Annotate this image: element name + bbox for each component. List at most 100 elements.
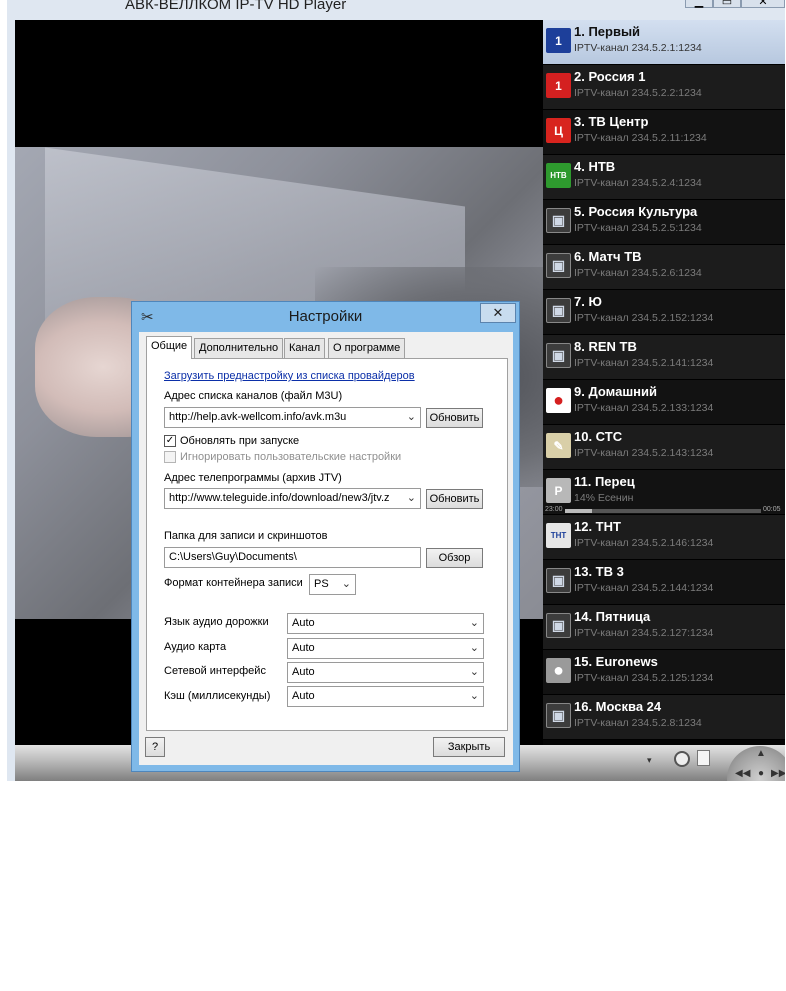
cache-select[interactable]: Auto ⌄ (287, 686, 484, 707)
sts-logo: ✎ (546, 433, 571, 458)
minimize-button[interactable]: ▁ (685, 0, 713, 8)
rewind-icon[interactable]: ◀◀ (735, 768, 750, 779)
channel-item[interactable]: ▣ 16. Москва 24 IPTV-канал 234.5.2.8:1234 (543, 695, 785, 740)
progress-fill (565, 509, 593, 513)
channel-address: IPTV-канал 234.5.2.144:1234 (574, 582, 714, 594)
settings-dialog: ✂ Настройки ✕ Общие Дополнительно Канал … (131, 301, 520, 772)
audio-card-select[interactable]: Auto ⌄ (287, 638, 484, 659)
navigation-wheel[interactable]: ▲ ◀◀ ▶▶ ● (727, 746, 785, 781)
russia-one-logo: 1 (546, 73, 571, 98)
channel-address: IPTV-канал 234.5.2.152:1234 (574, 312, 714, 324)
clock-icon[interactable] (674, 751, 690, 767)
dialog-title: Настройки (288, 308, 363, 325)
channel-item[interactable]: ✎ 10. СТС IPTV-канал 234.5.2.143:1234 (543, 425, 785, 470)
playlist-url-value: http://help.avk-wellcom.info/avk.m3u (169, 411, 347, 423)
channel-item[interactable]: Р 11. Перец 14% Есенин 23:00 00:05 (543, 470, 785, 515)
up-arrow-icon[interactable]: ▲ (756, 748, 766, 759)
tab-general[interactable]: Общие (146, 336, 193, 359)
channel-name: 10. СТС (574, 429, 623, 444)
euronews-logo: ● (546, 658, 571, 683)
channel-address: IPTV-канал 234.5.2.125:1234 (574, 672, 714, 684)
forward-icon[interactable]: ▶▶ (771, 768, 785, 779)
audio-card-label: Аудио карта (164, 641, 227, 653)
channel-address: IPTV-канал 234.5.2.127:1234 (574, 627, 714, 639)
epg-url-value: http://www.teleguide.info/download/new3/… (169, 492, 390, 504)
container-format-value: PS (314, 578, 329, 590)
audio-track-select[interactable]: Auto ⌄ (287, 613, 484, 634)
channel-name: 9. Домашний (574, 384, 657, 399)
channel-item[interactable]: ▣ 13. ТВ 3 IPTV-канал 234.5.2.144:1234 (543, 560, 785, 605)
channel-item[interactable]: 1 1. Первый IPTV-канал 234.5.2.1:1234 (543, 20, 785, 65)
channel-item[interactable]: ▣ 14. Пятница IPTV-канал 234.5.2.127:1234 (543, 605, 785, 650)
channel-address: IPTV-канал 234.5.2.11:1234 (574, 132, 707, 144)
channel-name: 6. Матч ТВ (574, 249, 642, 264)
document-icon[interactable] (697, 750, 710, 766)
chevron-down-icon[interactable]: ▾ (647, 755, 652, 766)
ignore-user-settings-label: Игнорировать пользовательские настройки (180, 451, 402, 463)
chevron-down-icon: ⌄ (406, 411, 416, 423)
close-dialog-button[interactable]: Закрыть (433, 737, 505, 757)
record-folder-input[interactable]: C:\Users\Guy\Documents\ (164, 547, 421, 568)
channel-item[interactable]: ▣ 6. Матч ТВ IPTV-канал 234.5.2.6:1234 (543, 245, 785, 290)
title-bar: АВК-ВЕЛЛКОМ IP-TV HD Player ▁ ▭ ✕ (7, 0, 785, 18)
perets-logo: Р (546, 478, 571, 503)
channel-address: IPTV-канал 234.5.2.141:1234 (574, 357, 714, 369)
cache-label: Кэш (миллисекунды) (164, 690, 271, 702)
channel-name: 15. Euronews (574, 654, 658, 669)
channel-name: 11. Перец (574, 474, 635, 489)
domashny-logo: ● (546, 388, 571, 413)
screenshot-root: АВК-ВЕЛЛКОМ IP-TV HD Player ▁ ▭ ✕ 1 1. Пе… (0, 0, 786, 991)
chevron-down-icon: ⌄ (469, 642, 479, 654)
tab-channel[interactable]: Канал (284, 338, 326, 358)
channel-name: 12. ТНТ (574, 519, 621, 534)
channel-name: 4. НТВ (574, 159, 616, 174)
program-progress: 23:00 00:05 (543, 506, 785, 515)
container-format-select[interactable]: PS ⌄ (309, 574, 356, 595)
channel-item[interactable]: ▣ 5. Россия Культура IPTV-канал 234.5.2.5:… (543, 200, 785, 245)
channel-list: 1 1. Первый IPTV-канал 234.5.2.1:1234 1 2. Р… (543, 20, 785, 745)
channel-address: IPTV-канал 234.5.2.6:1234 (574, 267, 702, 279)
divider (155, 522, 499, 523)
update-playlist-button[interactable]: Обновить (426, 408, 483, 428)
network-interface-select[interactable]: Auto ⌄ (287, 662, 484, 683)
center-dot-icon[interactable]: ● (758, 768, 764, 779)
tab-about[interactable]: О программе (328, 338, 406, 358)
channel-item[interactable]: Ц 3. ТВ Центр IPTV-канал 234.5.2.11:1234 (543, 110, 785, 155)
divider (155, 601, 499, 602)
playlist-label: Адрес списка каналов (файл M3U) (164, 390, 343, 402)
channel-name: 13. ТВ 3 (574, 564, 624, 579)
tv-center-logo: Ц (546, 118, 571, 143)
channel-item[interactable]: ● 9. Домашний IPTV-канал 234.5.2.133:1234 (543, 380, 785, 425)
tnt-logo: ТНТ (546, 523, 571, 548)
update-epg-button[interactable]: Обновить (426, 489, 483, 509)
channel-name: 5. Россия Культура (574, 204, 698, 219)
channel-item[interactable]: ▣ 7. Ю IPTV-канал 234.5.2.152:1234 (543, 290, 785, 335)
chevron-down-icon: ⌄ (341, 578, 351, 590)
audio-track-label: Язык аудио дорожки (164, 616, 269, 628)
channel-address: IPTV-канал 234.5.2.8:1234 (574, 717, 702, 729)
load-preset-link[interactable]: Загрузить преднастройку из списка провай… (164, 370, 415, 382)
tv-icon: ▣ (546, 208, 571, 233)
maximize-button[interactable]: ▭ (713, 0, 741, 8)
channel-item[interactable]: НТВ 4. НТВ IPTV-канал 234.5.2.4:1234 (543, 155, 785, 200)
tv-icon: ▣ (546, 703, 571, 728)
channel-address: IPTV-канал 234.5.2.2:1234 (574, 87, 702, 99)
playlist-url-combo[interactable]: http://help.avk-wellcom.info/avk.m3u ⌄ (164, 407, 421, 428)
browse-button[interactable]: Обзор (426, 548, 483, 568)
channel-item[interactable]: 1 2. Россия 1 IPTV-канал 234.5.2.2:1234 (543, 65, 785, 110)
audio-card-value: Auto (292, 642, 315, 654)
channel-item[interactable]: ▣ 8. REN TB IPTV-канал 234.5.2.141:1234 (543, 335, 785, 380)
close-icon[interactable]: ✕ (480, 303, 516, 323)
channel-item[interactable]: ТНТ 12. ТНТ IPTV-канал 234.5.2.146:1234 (543, 515, 785, 560)
close-window-button[interactable]: ✕ (741, 0, 785, 8)
update-on-start-checkbox[interactable]: ✓ (164, 435, 176, 447)
epg-url-combo[interactable]: http://www.teleguide.info/download/new3/… (164, 488, 421, 509)
tab-advanced[interactable]: Дополнительно (194, 338, 284, 358)
chevron-down-icon: ⌄ (469, 617, 479, 629)
channel-item[interactable]: ● 15. Euronews IPTV-канал 234.5.2.125:1234 (543, 650, 785, 695)
channel-address: IPTV-канал 234.5.2.5:1234 (574, 222, 702, 234)
ignore-user-settings-checkbox[interactable] (164, 451, 176, 463)
help-button[interactable]: ? (145, 737, 165, 757)
channel-name: 8. REN TB (574, 339, 637, 354)
cache-value: Auto (292, 690, 315, 702)
